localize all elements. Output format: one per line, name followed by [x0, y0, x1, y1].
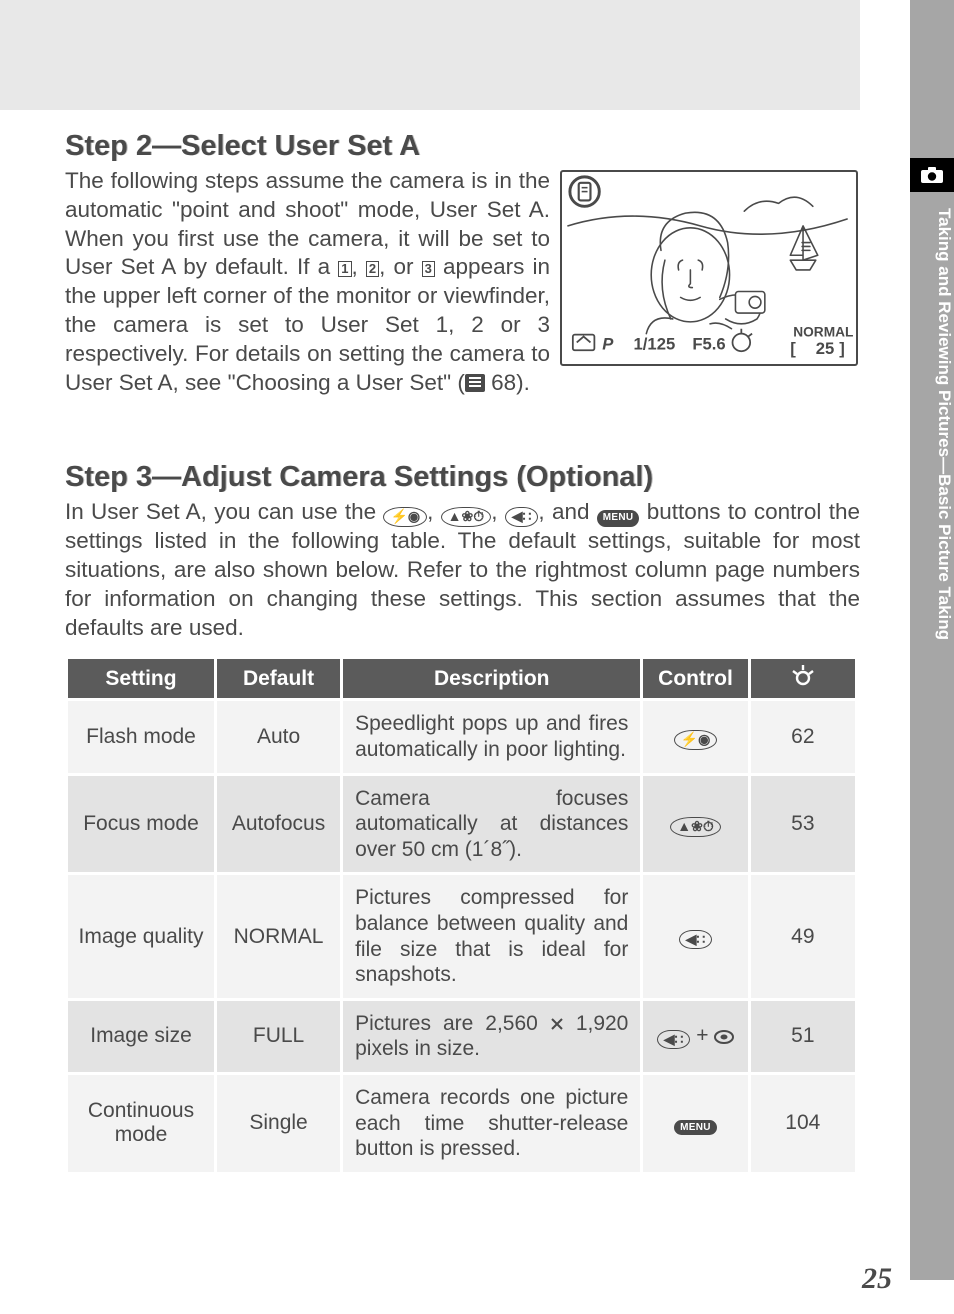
step3-body: In User Set A, you can use the ⚡◉, ▲❀⏱ , …: [65, 498, 860, 642]
text: ,: [427, 499, 441, 524]
times-icon: [550, 1017, 564, 1031]
text: , and: [538, 499, 596, 524]
th-default: Default: [217, 659, 340, 698]
quality-button-icon: ◀∷: [679, 930, 713, 949]
th-page: [751, 659, 855, 698]
text: ,: [352, 254, 366, 279]
cell-page: 62: [751, 701, 855, 772]
th-control: Control: [643, 659, 747, 698]
cell-setting: Image quality: [68, 875, 214, 997]
cell-page: 104: [751, 1075, 855, 1172]
page-content: Step 2—Select User Set A The following s…: [65, 110, 860, 1175]
cell-desc: Speedlight pops up and fires automatical…: [343, 701, 640, 772]
th-description: Description: [343, 659, 640, 698]
cell-default: FULL: [217, 1001, 340, 1072]
flash-button-icon: ⚡◉: [674, 730, 718, 749]
cell-control: ◀∷: [643, 875, 747, 997]
th-setting: Setting: [68, 659, 214, 698]
cell-control: ◀∷ +: [643, 1001, 747, 1072]
cell-setting: Continuous mode: [68, 1075, 214, 1172]
cell-default: Auto: [217, 701, 340, 772]
cell-desc: Camera focuses automatically at distance…: [343, 776, 640, 873]
user-set-3-icon: 3: [422, 261, 435, 277]
menu-button-icon: MENU: [674, 1120, 717, 1135]
cell-page: 53: [751, 776, 855, 873]
cell-setting: Image size: [68, 1001, 214, 1072]
reference-header-icon: [788, 664, 818, 688]
step3-heading: Step 3—Adjust Camera Settings (Optional): [65, 461, 860, 494]
step2-body: The following steps assume the camera is…: [65, 167, 550, 397]
user-set-1-icon: 1: [338, 261, 351, 277]
cell-default: Autofocus: [217, 776, 340, 873]
camera-icon: [910, 158, 954, 192]
table-row: Image size FULL Pictures are 2,560 1,920…: [68, 1001, 855, 1072]
page-number: 25: [862, 1262, 892, 1296]
cell-control: ⚡◉: [643, 701, 747, 772]
text: ,: [491, 499, 505, 524]
text: , or: [379, 254, 422, 279]
cell-desc: Pictures are 2,560 1,920 pixels in size.: [343, 1001, 640, 1072]
text: Pictures are 2,560: [355, 1012, 550, 1035]
reference-icon: [465, 374, 485, 392]
quality-button-icon: ◀∷: [657, 1030, 691, 1049]
side-tab: Taking and Reviewing Pictures—Basic Pict…: [910, 0, 954, 1280]
side-tab-label: Taking and Reviewing Pictures—Basic Pict…: [910, 200, 954, 640]
cell-control: ▲❀⏱: [643, 776, 747, 873]
cell-default: NORMAL: [217, 875, 340, 997]
cell-page: 49: [751, 875, 855, 997]
cell-setting: Flash mode: [68, 701, 214, 772]
selector-icon: [714, 1029, 734, 1045]
focus-button-icon: ▲❀⏱: [670, 817, 721, 836]
cell-desc: Pictures compressed for balance between …: [343, 875, 640, 997]
cell-desc: Camera records one picture each time shu…: [343, 1075, 640, 1172]
plus-text: +: [690, 1024, 714, 1047]
flash-button-icon: ⚡◉: [383, 507, 427, 526]
focus-button-icon: ▲❀⏱: [441, 507, 492, 526]
settings-table: Setting Default Description Control Flas…: [65, 656, 858, 1175]
cell-setting: Focus mode: [68, 776, 214, 873]
table-row: Focus mode Autofocus Camera focuses auto…: [68, 776, 855, 873]
step2-heading: Step 2—Select User Set A: [65, 130, 860, 163]
user-set-2-icon: 2: [366, 261, 379, 277]
cell-page: 51: [751, 1001, 855, 1072]
table-row: Flash mode Auto Speedlight pops up and f…: [68, 701, 855, 772]
text: In User Set A, you can use the: [65, 499, 383, 524]
table-row: Image quality NORMAL Pictures compressed…: [68, 875, 855, 997]
menu-button-icon: MENU: [597, 510, 640, 527]
cell-control: MENU: [643, 1075, 747, 1172]
top-gray-band: [0, 0, 860, 110]
cell-default: Single: [217, 1075, 340, 1172]
table-row: Continuous mode Single Camera records on…: [68, 1075, 855, 1172]
table-header-row: Setting Default Description Control: [68, 659, 855, 698]
text: 68).: [485, 370, 530, 395]
quality-button-icon: ◀∷: [505, 507, 539, 526]
